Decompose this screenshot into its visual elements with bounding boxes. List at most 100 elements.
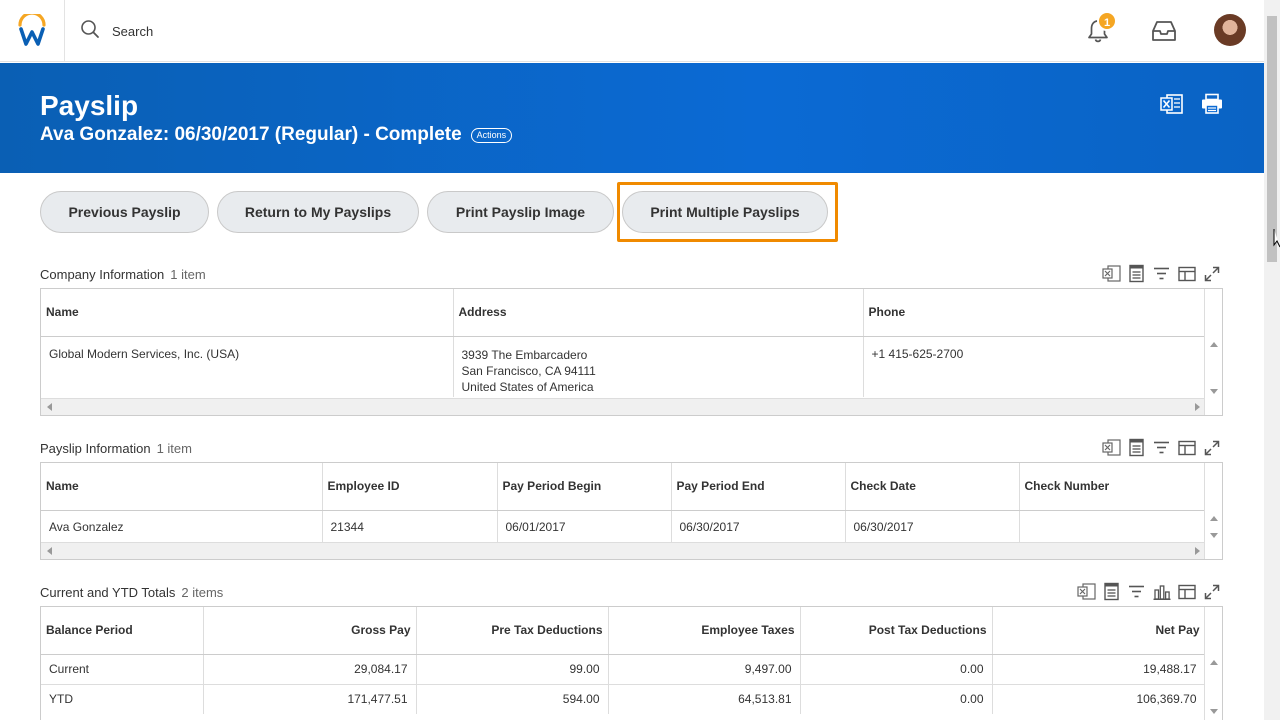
columns-icon[interactable] <box>1177 264 1196 283</box>
gross-pay-cell: 29,084.17 <box>203 654 417 684</box>
column-header-address[interactable]: Address <box>453 289 864 337</box>
company-phone-cell: +1 415-625-2700 <box>863 336 1206 397</box>
column-header-name[interactable]: Name <box>41 463 323 511</box>
excel-export-icon[interactable] <box>1077 582 1096 601</box>
payslip-subtitle-text: Ava Gonzalez: 06/30/2017 (Regular) - Com… <box>40 124 462 145</box>
scroll-right-icon[interactable] <box>1195 547 1200 555</box>
pre-tax-deductions-cell: 594.00 <box>416 684 609 714</box>
pre-tax-deductions-cell: 99.00 <box>416 654 609 684</box>
scroll-down-icon[interactable] <box>1210 533 1218 538</box>
view-as-table-icon[interactable] <box>1127 264 1146 283</box>
company-info-title: Company Information 1 item <box>40 267 206 282</box>
grid-horizontal-scrollbar[interactable] <box>41 542 1222 559</box>
grid-horizontal-scrollbar[interactable] <box>41 398 1222 415</box>
company-name-cell: Global Modern Services, Inc. (USA) <box>41 336 454 397</box>
table-row: Global Modern Services, Inc. (USA) 3939 … <box>41 336 1206 397</box>
columns-icon[interactable] <box>1177 582 1196 601</box>
column-header-pre-tax-deductions[interactable]: Pre Tax Deductions <box>416 607 609 655</box>
fullscreen-icon[interactable] <box>1202 582 1221 601</box>
column-header-pay-period-end[interactable]: Pay Period End <box>671 463 846 511</box>
totals-title: Current and YTD Totals 2 items <box>40 585 223 600</box>
employee-taxes-cell: 9,497.00 <box>608 654 801 684</box>
export-to-excel-icon[interactable] <box>1160 93 1184 120</box>
scroll-up-icon[interactable] <box>1210 342 1218 347</box>
address-line: 3939 The Embarcadero <box>461 347 588 362</box>
notification-count-badge[interactable]: 1 <box>1097 11 1117 31</box>
balance-period-cell: Current <box>41 654 204 684</box>
fullscreen-icon[interactable] <box>1202 264 1221 283</box>
print-icon[interactable] <box>1200 93 1224 120</box>
filter-icon[interactable] <box>1127 582 1146 601</box>
grid-vertical-scrollbar[interactable] <box>1204 463 1222 542</box>
scrollbar-thumb[interactable] <box>1267 16 1277 262</box>
table-row: Ava Gonzalez 21344 06/01/2017 06/30/2017… <box>41 510 1206 542</box>
excel-export-icon[interactable] <box>1102 438 1121 457</box>
scroll-up-icon[interactable] <box>1210 660 1218 665</box>
table-row: YTD 171,477.51 594.00 64,513.81 0.00 106… <box>41 684 1206 714</box>
column-header-employee-taxes[interactable]: Employee Taxes <box>608 607 801 655</box>
user-avatar[interactable] <box>1214 14 1246 46</box>
actions-button[interactable]: Actions <box>470 127 513 143</box>
net-pay-cell: 19,488.17 <box>992 654 1206 684</box>
column-header-post-tax-deductions[interactable]: Post Tax Deductions <box>800 607 993 655</box>
scroll-right-icon[interactable] <box>1195 403 1200 411</box>
page-header: Payslip Ava Gonzalez: 06/30/2017 (Regula… <box>0 63 1264 173</box>
totals-count: 2 items <box>181 585 224 600</box>
employee-name-cell: Ava Gonzalez <box>41 510 323 542</box>
payslip-info-title: Payslip Information 1 item <box>40 441 192 456</box>
filter-icon[interactable] <box>1152 264 1171 283</box>
payslip-info-count: 1 item <box>156 441 192 456</box>
payslip-info-heading: Payslip Information <box>40 441 151 456</box>
excel-export-icon[interactable] <box>1102 264 1121 283</box>
fullscreen-icon[interactable] <box>1202 438 1221 457</box>
table-row: Current 29,084.17 99.00 9,497.00 0.00 19… <box>41 654 1206 684</box>
chart-icon[interactable] <box>1152 582 1171 601</box>
inbox-icon[interactable] <box>1150 19 1178 48</box>
column-header-employee-id[interactable]: Employee ID <box>322 463 498 511</box>
workday-logo[interactable] <box>0 0 65 62</box>
company-info-count: 1 item <box>170 267 206 282</box>
company-address-cell: 3939 The Embarcadero San Francisco, CA 9… <box>453 336 864 397</box>
top-bar: Search 1 <box>0 0 1264 62</box>
column-header-phone[interactable]: Phone <box>863 289 1206 337</box>
totals-grid: Balance Period Gross Pay Pre Tax Deducti… <box>40 606 1223 720</box>
scroll-up-icon[interactable] <box>1210 516 1218 521</box>
column-header-check-date[interactable]: Check Date <box>845 463 1020 511</box>
previous-payslip-button[interactable]: Previous Payslip <box>40 191 209 233</box>
page-title: Payslip <box>40 90 139 121</box>
company-info-grid: Name Address Phone Global Modern Service… <box>40 288 1223 416</box>
column-header-check-number[interactable]: Check Number <box>1019 463 1206 511</box>
payslip-info-grid: Name Employee ID Pay Period Begin Pay Pe… <box>40 462 1223 560</box>
column-header-pay-period-begin[interactable]: Pay Period Begin <box>497 463 672 511</box>
search-input[interactable]: Search <box>112 24 153 39</box>
post-tax-deductions-cell: 0.00 <box>800 684 993 714</box>
return-to-my-payslips-button[interactable]: Return to My Payslips <box>217 191 419 233</box>
scroll-down-icon[interactable] <box>1210 389 1218 394</box>
view-as-table-icon[interactable] <box>1102 582 1121 601</box>
scroll-left-icon[interactable] <box>47 403 52 411</box>
filter-icon[interactable] <box>1152 438 1171 457</box>
print-payslip-image-button[interactable]: Print Payslip Image <box>427 191 614 233</box>
totals-toolbar <box>1077 582 1221 601</box>
columns-icon[interactable] <box>1177 438 1196 457</box>
column-header-balance-period[interactable]: Balance Period <box>41 607 204 655</box>
view-as-table-icon[interactable] <box>1127 438 1146 457</box>
check-date-cell: 06/30/2017 <box>845 510 1020 542</box>
grid-vertical-scrollbar[interactable] <box>1204 289 1222 398</box>
scroll-left-icon[interactable] <box>47 547 52 555</box>
column-header-name[interactable]: Name <box>41 289 454 337</box>
grid-vertical-scrollbar[interactable] <box>1204 607 1222 720</box>
address-line: San Francisco, CA 94111 <box>461 363 596 378</box>
address-line: United States of America <box>461 379 594 394</box>
mouse-cursor-icon <box>1273 228 1280 253</box>
highlight-box <box>617 182 838 242</box>
company-info-heading: Company Information <box>40 267 165 282</box>
page-scrollbar[interactable] <box>1264 0 1280 720</box>
column-header-gross-pay[interactable]: Gross Pay <box>203 607 417 655</box>
pay-period-begin-cell: 06/01/2017 <box>497 510 672 542</box>
search-box[interactable]: Search <box>80 19 153 43</box>
scroll-down-icon[interactable] <box>1210 709 1218 714</box>
post-tax-deductions-cell: 0.00 <box>800 654 993 684</box>
employee-taxes-cell: 64,513.81 <box>608 684 801 714</box>
column-header-net-pay[interactable]: Net Pay <box>992 607 1206 655</box>
